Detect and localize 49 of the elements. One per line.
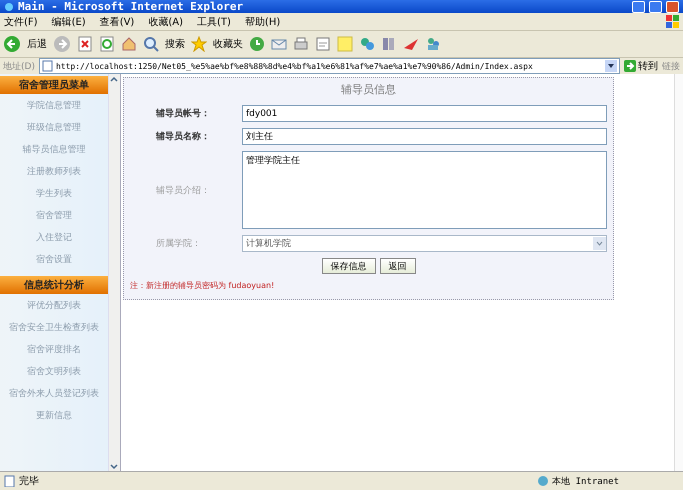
windows-logo-icon[interactable]: [666, 15, 679, 28]
print-icon[interactable]: [293, 36, 309, 52]
window-title: Main - Microsoft Internet Explorer: [18, 0, 244, 13]
dropdown-field[interactable]: 计算机学院: [242, 235, 607, 252]
menu-item[interactable]: 工具(T): [197, 14, 231, 28]
field-label: 所属学院：: [155, 238, 202, 250]
scrollbar[interactable]: [674, 74, 683, 471]
home-icon[interactable]: [121, 36, 137, 52]
field-label: 辅导员帐号：: [154, 107, 211, 120]
star-icon[interactable]: [191, 36, 207, 52]
favorites-label[interactable]: 收藏夹: [213, 37, 243, 51]
go-arrow-icon[interactable]: [624, 60, 636, 72]
back-button[interactable]: 返回: [380, 258, 416, 274]
address-label: 地址(D): [3, 60, 35, 72]
menu-section-header: 信息统计分析: [0, 276, 108, 294]
menu-item[interactable]: 查看(V): [100, 14, 134, 28]
stop-icon[interactable]: [77, 36, 93, 52]
people-icon[interactable]: [425, 36, 441, 52]
field-label: 辅导员名称：: [154, 130, 211, 143]
refresh-icon[interactable]: [99, 36, 115, 52]
back-label[interactable]: 后退: [27, 37, 47, 51]
zone-label: 本地 Intranet: [552, 476, 619, 488]
history-icon[interactable]: [249, 36, 265, 52]
menu-item[interactable]: 收藏(A): [148, 14, 183, 28]
note-text: 注：新注册的辅导员密码为 fudaoyuan!: [130, 280, 276, 291]
menu-item[interactable]: 编辑(E): [52, 14, 86, 28]
scrollbar[interactable]: [108, 74, 120, 471]
menu-item[interactable]: 文件(F): [4, 14, 38, 28]
text-area[interactable]: 管理学院主任: [242, 151, 607, 229]
input-field[interactable]: fdy001: [242, 105, 607, 122]
menu-section-header: 宿舍管理员菜单: [0, 76, 108, 94]
menu-item[interactable]: 帮助(H): [244, 14, 280, 28]
save-button[interactable]: 保存信息: [322, 258, 376, 274]
search-icon[interactable]: [143, 36, 159, 52]
form-title: 辅导员信息: [340, 82, 397, 97]
go-button[interactable]: 转到: [624, 59, 658, 73]
page-icon[interactable]: [4, 475, 15, 487]
scroll-up-icon[interactable]: [109, 74, 119, 84]
field-label: 辅导员介绍：: [155, 184, 211, 196]
search-label[interactable]: 搜索: [165, 37, 185, 51]
edit-icon[interactable]: [315, 36, 331, 52]
page-icon[interactable]: [42, 60, 53, 72]
globe-icon[interactable]: [537, 475, 550, 487]
maximize-button[interactable]: [649, 0, 662, 12]
status-text: 完毕: [19, 474, 39, 488]
input-field[interactable]: 刘主任: [242, 128, 607, 145]
minimize-button[interactable]: [632, 0, 645, 12]
address-field[interactable]: http://localhost:1250/Net05_%e5%ae%bf%e8%88%8d%e4%bf%a1%e6%81%af%e7%ae%a1%e7%90%86/Admin/Index.aspx: [38, 58, 620, 74]
close-button[interactable]: [666, 0, 679, 12]
